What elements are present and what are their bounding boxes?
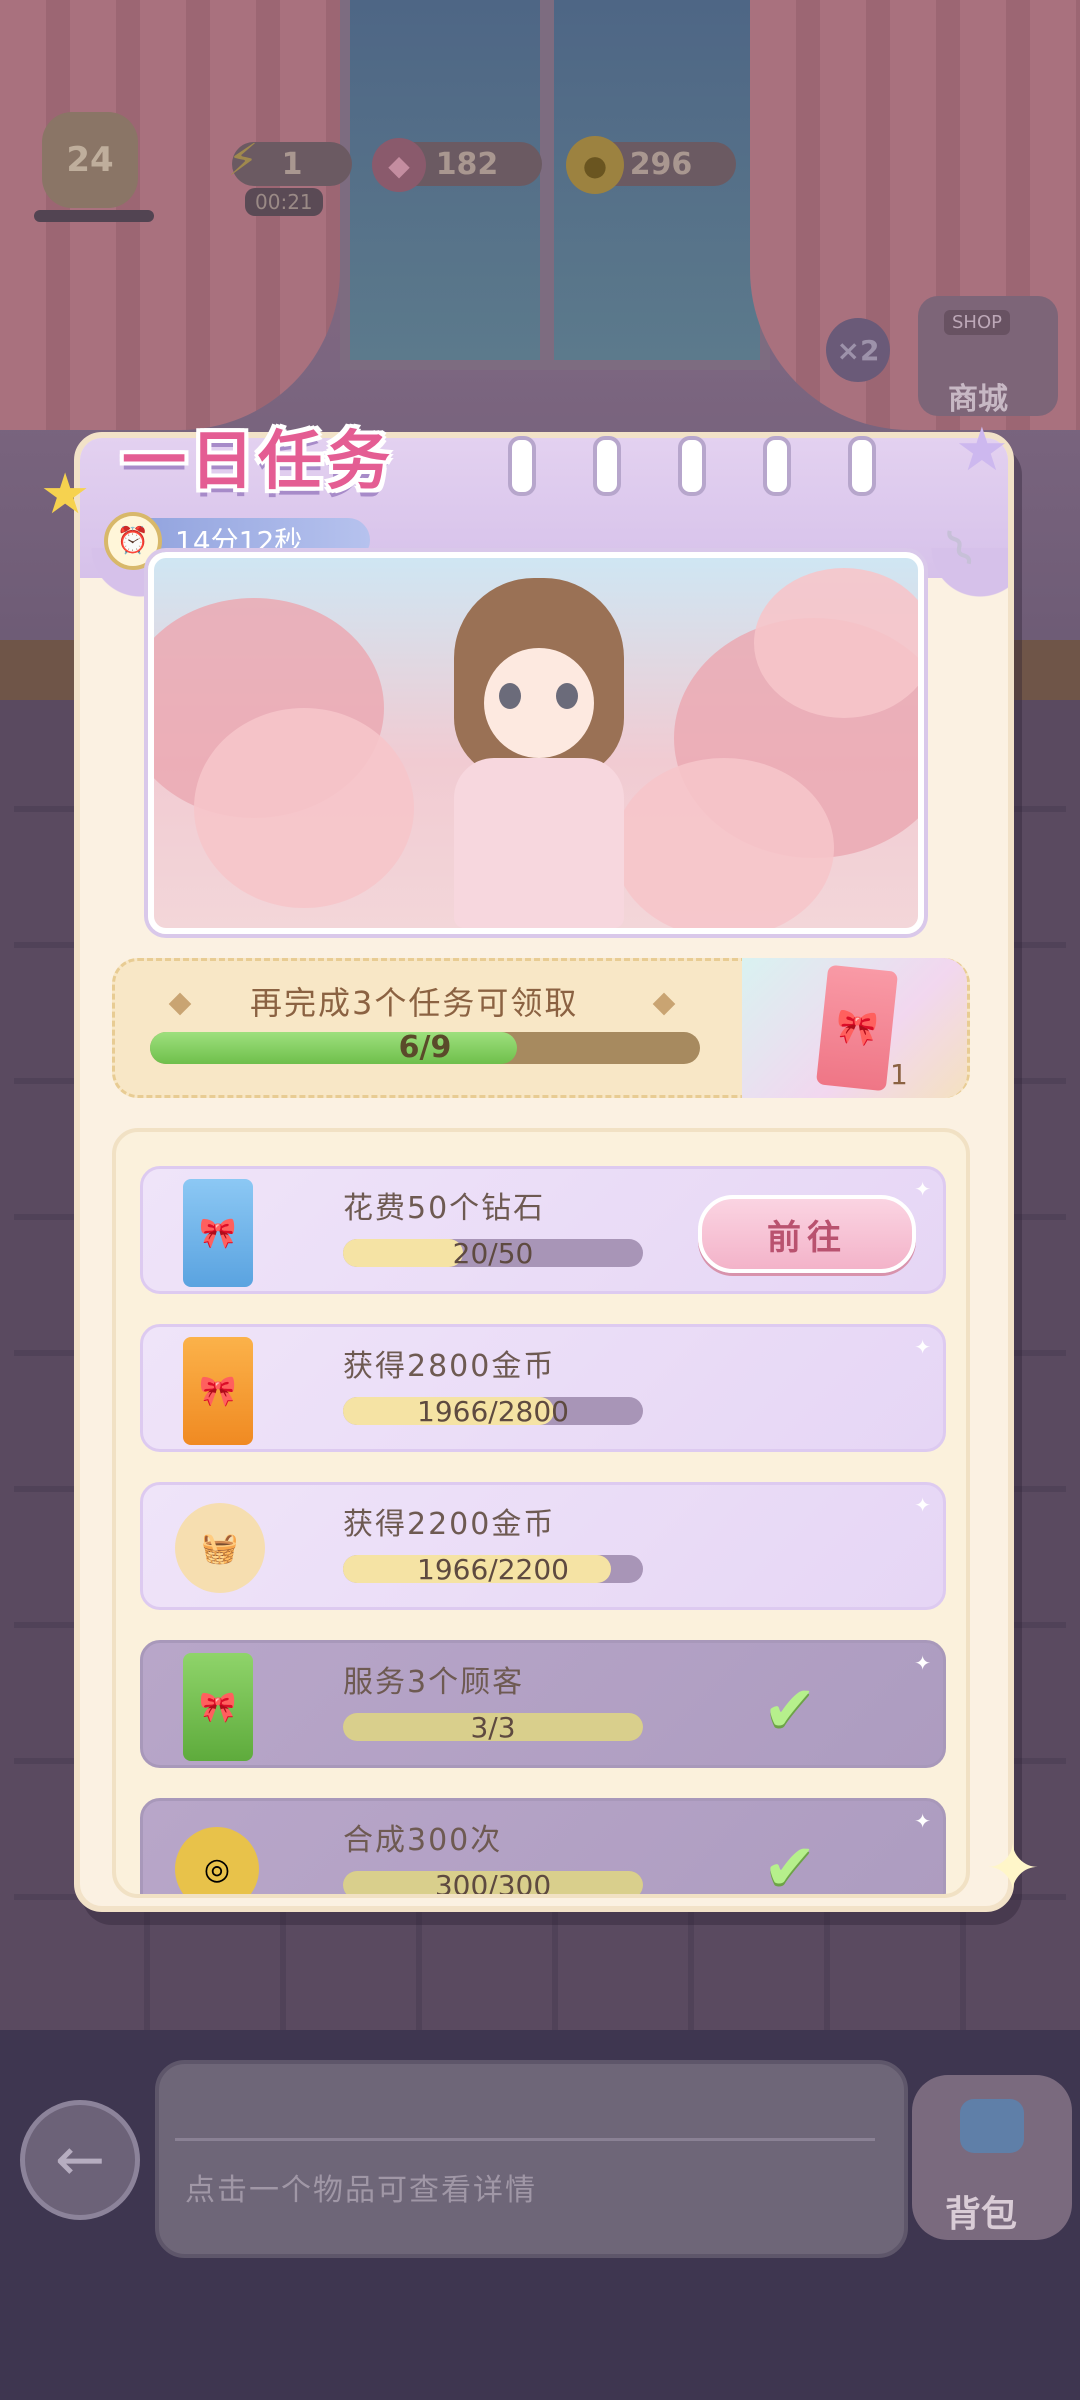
task-progress-label: 20/50 xyxy=(452,1237,534,1270)
gem-value: 182 xyxy=(435,146,499,182)
task-name: 获得2200金币 xyxy=(343,1507,556,1542)
binder-ring xyxy=(508,436,536,496)
character-eye xyxy=(499,683,521,709)
shop-badge: SHOP xyxy=(944,310,1010,335)
green-card-pack-icon: 🎀 xyxy=(183,1653,253,1761)
coin-value: 296 xyxy=(629,146,693,182)
binder-ring xyxy=(848,436,876,496)
binder-ring xyxy=(593,436,621,496)
multiplier-value: ×2 xyxy=(836,333,880,367)
task-row: 🧺 获得2200金币 1966/2200 ✦ xyxy=(140,1482,946,1610)
character-eye xyxy=(556,683,578,709)
outfit-illustration xyxy=(148,552,924,934)
task-row-completed: ◎ 合成300次 300/300 ✔ ✦ xyxy=(140,1798,946,1898)
back-arrow-icon: ← xyxy=(54,2125,106,2195)
task-progress-label: 3/3 xyxy=(470,1711,516,1744)
checkmark-icon: ✔ xyxy=(763,1673,817,1747)
sparkle-icon: ✦ xyxy=(914,1335,931,1359)
shop-button[interactable]: SHOP 商城 xyxy=(918,296,1058,417)
xp-bar xyxy=(34,210,154,222)
item-info-hint: 点击一个物品可查看详情 xyxy=(185,2173,537,2208)
level-value: 24 xyxy=(66,140,114,180)
task-row-completed: 🎀 服务3个顾客 3/3 ✔ ✦ xyxy=(140,1640,946,1768)
task-name: 服务3个顾客 xyxy=(343,1665,525,1700)
task-progress-label: 1966/2200 xyxy=(417,1553,569,1586)
reward-preview[interactable]: 🎀 xyxy=(742,958,967,1098)
reward-progress-label: 6/9 xyxy=(398,1030,452,1065)
binder-ring xyxy=(763,436,791,496)
window-frame xyxy=(540,0,554,360)
bag-label: 背包 xyxy=(945,2194,1018,2235)
gem-icon: ◆ xyxy=(372,138,426,192)
back-button[interactable]: ← xyxy=(20,2100,140,2220)
task-progress-label: 1966/2800 xyxy=(417,1395,569,1428)
sparkle-icon: ✦ xyxy=(914,1493,931,1517)
task-row: 🎀 获得2800金币 1966/2800 ✦ xyxy=(140,1324,946,1452)
blue-card-pack-icon: 🎀 xyxy=(183,1179,253,1287)
pink-card-pack-icon: 🎀 xyxy=(815,964,899,1092)
sparkle-icon: ✦ xyxy=(914,1809,931,1833)
go-button[interactable]: 前往 xyxy=(698,1195,916,1273)
binder-ring xyxy=(678,436,706,496)
reward-item-count: 1 xyxy=(890,1058,908,1091)
character-dress xyxy=(454,758,624,928)
sparkle-icon: ✦ xyxy=(914,1651,931,1675)
sparkle-icon: ✦ xyxy=(914,1177,931,1201)
energy-timer: 00:21 xyxy=(245,188,323,216)
star-icon: ★ xyxy=(40,462,91,527)
task-row: 🎀 花费50个钻石 20/50 前往 ✦ xyxy=(140,1166,946,1294)
level-badge[interactable]: 24 xyxy=(42,112,138,208)
multiplier-badge[interactable]: ×2 xyxy=(826,318,890,382)
task-progress-label: 300/300 xyxy=(434,1869,552,1898)
gold-coins-icon: ◎ xyxy=(175,1827,259,1894)
orange-card-pack-icon: 🎀 xyxy=(183,1337,253,1445)
info-divider xyxy=(175,2138,875,2141)
food-basket-icon: 🧺 xyxy=(175,1503,265,1593)
bag-icon xyxy=(960,2099,1024,2153)
coin-icon: ● xyxy=(566,136,624,194)
energy-value: 1 xyxy=(281,146,303,182)
task-name: 合成300次 xyxy=(343,1823,503,1858)
modal-title: 一日任务 xyxy=(122,425,394,499)
lightning-icon: ⚡ xyxy=(227,134,259,186)
star-icon: ★ xyxy=(955,415,1009,485)
item-info-box xyxy=(155,2060,908,2258)
sparkle-icon: ✦ xyxy=(985,1830,1041,1907)
checkmark-icon: ✔ xyxy=(763,1831,817,1898)
task-name: 花费50个钻石 xyxy=(343,1191,546,1226)
shop-label: 商城 xyxy=(948,382,1008,417)
task-name: 获得2800金币 xyxy=(343,1349,556,1384)
go-button-label: 前往 xyxy=(767,1217,847,1258)
reward-condition-text: 再完成3个任务可领取 xyxy=(250,984,579,1022)
task-list[interactable]: 🎀 花费50个钻石 20/50 前往 ✦ 🎀 获得2800金币 1966/280… xyxy=(112,1128,970,1898)
